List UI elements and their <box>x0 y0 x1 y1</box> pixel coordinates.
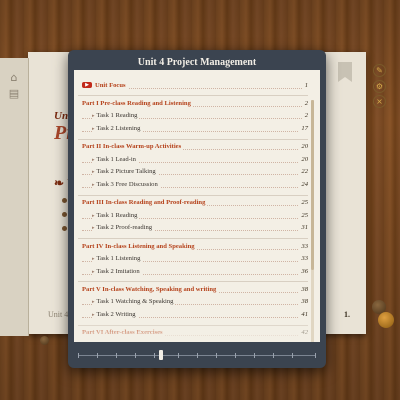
toc-page-number: 33 <box>299 255 308 263</box>
toc-label: Task 1 Listening <box>96 255 141 263</box>
toc-page-number: 25 <box>299 211 308 219</box>
toc-label: Task 3 Free Discussion <box>96 180 158 188</box>
toc-page-number: 41 <box>299 311 308 319</box>
toc-label: Part II In-class Warm-up Activities <box>82 143 182 151</box>
slider-thumb[interactable] <box>159 350 163 360</box>
toc-label: Task 2 Listening <box>96 124 141 132</box>
toc-page-number: 24 <box>299 180 308 188</box>
toc-divider <box>78 237 308 239</box>
toc-task-item[interactable]: ▸ Task 3 Free Discussion 24 <box>78 180 308 194</box>
toc-task-item[interactable]: ▸ Task 1 Listening 33 <box>78 255 308 268</box>
arrow-icon: ▸ <box>92 213 95 219</box>
toc-label: Task 1 Reading <box>96 112 138 120</box>
toc-task-item[interactable]: ▸ Task 2 Listening 17 <box>78 124 308 138</box>
arrow-icon: ▸ <box>92 126 95 132</box>
toc-label: Unit Focus <box>95 81 126 89</box>
toc-divider <box>78 138 308 140</box>
toc-task-item[interactable]: ▸ Task 2 Picture Talking 22 <box>78 168 308 181</box>
toc-page-number: 22 <box>299 168 308 176</box>
toc-label: Task 1 Lead-in <box>96 155 136 163</box>
pencil-icon[interactable]: ✎ <box>373 64 386 77</box>
toc-page-number: 2 <box>302 112 308 120</box>
toc-divider <box>78 194 308 196</box>
toc-page-number: 25 <box>299 199 308 207</box>
toc-page-number: 2 <box>302 99 308 107</box>
scroll-thumb[interactable] <box>311 100 314 270</box>
toc-label: Part I Pre-class Reading and Listening <box>82 99 191 107</box>
toc-label: Task 2 Writing <box>96 311 136 319</box>
toc-task-item[interactable]: ▸ Task 1 Lead-in 20 <box>78 155 308 169</box>
toc-page-number: 38 <box>299 285 308 293</box>
toc-label: Part IV In-class Listening and Speaking <box>82 242 195 250</box>
toc-page-number: 17 <box>299 124 308 132</box>
bullet-list <box>62 198 67 240</box>
toc-unit-focus[interactable]: ▶ Unit Focus 1 <box>78 81 308 95</box>
arrow-icon: ▸ <box>92 170 95 176</box>
arrow-icon: ▸ <box>92 226 95 232</box>
toc-page-number: 20 <box>299 143 308 151</box>
toc-label: Part V In-class Watching, Speaking and w… <box>82 285 217 293</box>
toc-page-number: 1 <box>302 81 308 89</box>
toc-label: Task 2 Imitation <box>96 267 140 275</box>
toc-task-item[interactable]: ▸ Task 1 Watching & Speaking 38 <box>78 298 308 311</box>
toc-part-item[interactable]: Part V In-class Watching, Speaking and w… <box>78 285 308 299</box>
arrow-icon: ▸ <box>92 157 95 163</box>
toc-page-number: 20 <box>299 155 308 163</box>
arrow-icon: ▸ <box>92 257 95 263</box>
toc-task-item[interactable]: ▸ Task 1 Reading 25 <box>78 211 308 225</box>
toc-task-item[interactable]: ▸ Task 2 Imitation 36 <box>78 267 308 281</box>
toc-panel: Unit 4 Project Management ▶ Unit Focus 1 Pa… <box>68 50 326 368</box>
page-slider[interactable] <box>78 347 316 363</box>
bookmark-icon[interactable] <box>338 62 352 82</box>
gear-icon[interactable]: ⚙ <box>373 80 386 93</box>
arrow-icon: ▸ <box>92 300 95 306</box>
page-turn-button[interactable] <box>378 312 394 328</box>
close-icon[interactable]: × <box>373 95 386 108</box>
side-toolbar: ⌂ ▤ <box>0 58 29 336</box>
arrow-icon: ▸ <box>92 269 95 275</box>
play-icon: ▶ <box>82 82 92 89</box>
arrow-icon: ▸ <box>92 182 95 188</box>
toc-page-number: 36 <box>299 267 308 275</box>
arrow-icon: ▸ <box>92 313 95 319</box>
home-icon[interactable]: ⌂ <box>8 72 20 84</box>
page-number: 1. <box>344 310 350 319</box>
toc-list: ▶ Unit Focus 1 Part I Pre-class Reading and… <box>78 78 308 342</box>
toc-body: ▶ Unit Focus 1 Part I Pre-class Reading and… <box>74 70 320 342</box>
toc-page-number: 31 <box>299 224 308 232</box>
toc-page-number: 33 <box>299 242 308 250</box>
toc-divider <box>78 95 308 97</box>
toc-label: Task 1 Reading <box>96 211 138 219</box>
arrow-icon: ▸ <box>92 114 95 120</box>
toc-fade <box>74 320 320 342</box>
brass-knob <box>40 336 49 345</box>
toc-page-number: 38 <box>299 298 308 306</box>
toc-label: Part III In-class Reading and Proof-read… <box>82 199 206 207</box>
document-icon[interactable]: ▤ <box>8 88 20 100</box>
toc-label: Task 2 Proof-reading <box>96 224 153 232</box>
toc-label: Task 2 Picture Talking <box>96 168 156 176</box>
toc-title: Unit 4 Project Management <box>137 57 257 68</box>
toc-part-item[interactable]: Part II In-class Warm-up Activities 20 <box>78 143 308 156</box>
toc-divider <box>78 281 308 283</box>
toc-task-item[interactable]: ▸ Task 1 Reading 2 <box>78 112 308 125</box>
toc-part-item[interactable]: Part I Pre-class Reading and Listening 2 <box>78 99 308 113</box>
toc-scrollbar[interactable] <box>311 100 314 342</box>
toc-label: Task 1 Watching & Speaking <box>96 298 174 306</box>
toc-task-item[interactable]: ▸ Task 2 Proof-reading 31 <box>78 224 308 237</box>
page-footer: Unit 4 <box>48 310 69 319</box>
toc-part-item[interactable]: Part IV In-class Listening and Speaking 3… <box>78 242 308 256</box>
toc-part-item[interactable]: Part III In-class Reading and Proof-read… <box>78 199 308 212</box>
